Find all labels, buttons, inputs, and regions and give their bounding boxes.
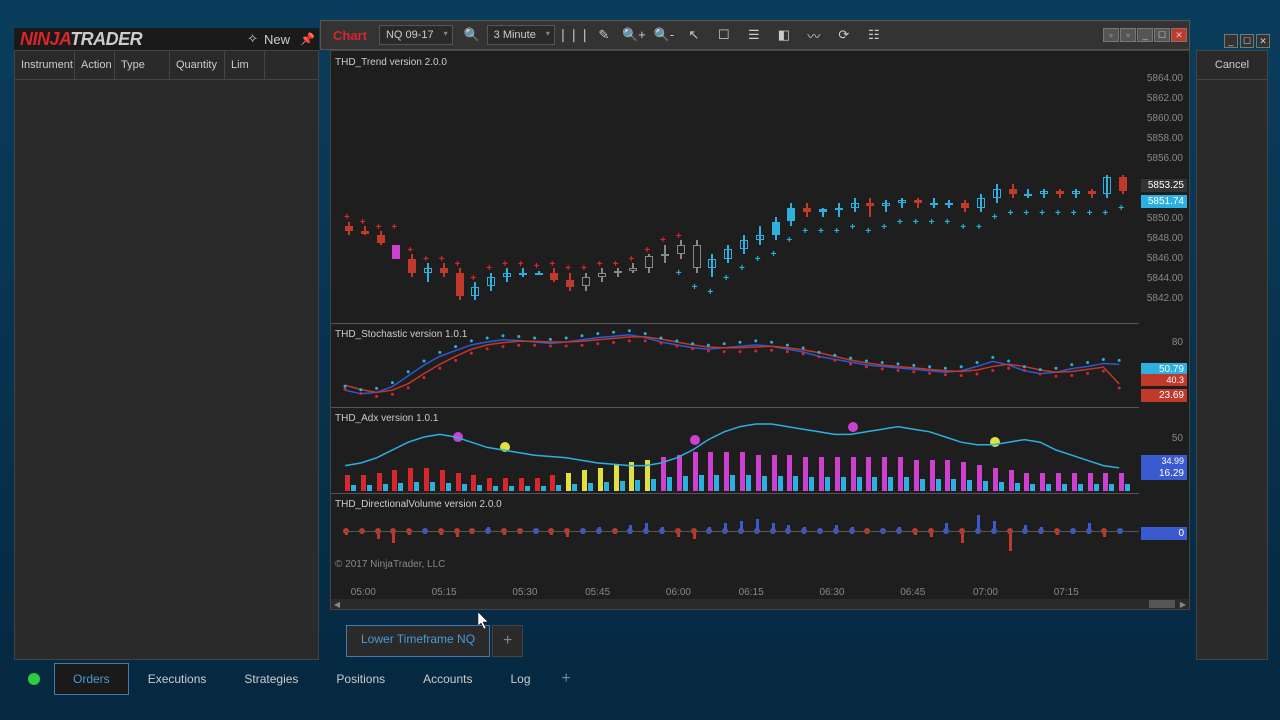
search-icon[interactable]: 🔍: [458, 24, 486, 46]
tab-log[interactable]: Log: [491, 663, 549, 695]
stoch-d-tag: 23.69: [1141, 389, 1187, 402]
zoom-out-icon[interactable]: 🔍-: [650, 24, 678, 46]
chart-scrollbar[interactable]: ◀ ▶: [331, 599, 1189, 609]
xtick: 06:15: [739, 587, 764, 598]
adx-v1-tag: 34.99: [1141, 455, 1187, 467]
xtick: 07:00: [973, 587, 998, 598]
outer-min-button[interactable]: _: [1224, 34, 1238, 48]
instrument-dropdown[interactable]: NQ 09-17: [379, 25, 453, 45]
ytick: 5842.00: [1139, 293, 1183, 304]
current-price-tag: 5851.74: [1141, 195, 1187, 208]
orders-panel: Instrument Action Type Quantity Lim: [14, 50, 319, 660]
logo-ninja: NINJA: [20, 29, 70, 49]
win-max-button[interactable]: ☐: [1154, 28, 1170, 42]
ytick: 5856.00: [1139, 153, 1183, 164]
dv-val-tag: 0: [1141, 527, 1187, 540]
orders-col-limit[interactable]: Lim: [225, 51, 265, 79]
chart-trader-icon[interactable]: ◧: [770, 24, 798, 46]
xtick: 06:45: [900, 587, 925, 598]
properties-icon[interactable]: ☷: [860, 24, 888, 46]
ytick: 5864.00: [1139, 73, 1183, 84]
win-min-button[interactable]: _: [1137, 28, 1153, 42]
ytick: 5850.00: [1139, 213, 1183, 224]
tab-add[interactable]: +: [550, 662, 583, 696]
trend-indicator-label: THD_Trend version 2.0.0: [335, 57, 447, 68]
xtick: 05:00: [351, 587, 376, 598]
ytick: 5844.00: [1139, 273, 1183, 284]
scroll-left-icon[interactable]: ◀: [331, 600, 343, 609]
adx-v2-tag: 16.29: [1141, 467, 1187, 480]
tab-executions[interactable]: Executions: [129, 663, 226, 695]
orders-col-quantity[interactable]: Quantity: [170, 51, 225, 79]
interval-dropdown[interactable]: 3 Minute: [487, 25, 555, 45]
orders-col-instrument[interactable]: Instrument: [15, 51, 75, 79]
ytick: 5848.00: [1139, 233, 1183, 244]
ytick: 5862.00: [1139, 93, 1183, 104]
cancel-panel: Cancel: [1196, 50, 1268, 660]
chart-title: Chart: [321, 28, 379, 43]
tab-positions[interactable]: Positions: [317, 663, 404, 695]
cancel-header[interactable]: Cancel: [1197, 51, 1267, 80]
tab-accounts[interactable]: Accounts: [404, 663, 491, 695]
xtick: 05:15: [432, 587, 457, 598]
orders-col-action[interactable]: Action: [75, 51, 115, 79]
win-btn-1[interactable]: ▫: [1103, 28, 1119, 42]
win-close-button[interactable]: ✕: [1171, 28, 1187, 42]
win-btn-2[interactable]: ▫: [1120, 28, 1136, 42]
ytick: 5858.00: [1139, 133, 1183, 144]
scroll-thumb[interactable]: [1149, 600, 1175, 608]
new-button[interactable]: ✧ New: [241, 31, 296, 47]
data-box-icon[interactable]: ☰: [740, 24, 768, 46]
stoch-hi: 80: [1139, 337, 1183, 348]
outer-max-button[interactable]: ☐: [1240, 34, 1254, 48]
xtick: 05:45: [585, 587, 610, 598]
xtick: 06:00: [666, 587, 691, 598]
xtick: 05:30: [512, 587, 537, 598]
connection-status-icon: [28, 673, 40, 685]
ytick: 5860.00: [1139, 113, 1183, 124]
last-price-tag: 5853.25: [1141, 179, 1187, 192]
cursor-icon[interactable]: ↖: [680, 24, 708, 46]
ytick: 5846.00: [1139, 253, 1183, 264]
xtick: 07:15: [1054, 587, 1079, 598]
refresh-icon[interactable]: ⟳: [830, 24, 858, 46]
indicators-icon[interactable]: 〰: [800, 24, 828, 46]
draw-icon[interactable]: ✎: [590, 24, 618, 46]
logo-trader: TRADER: [70, 29, 142, 49]
copyright: © 2017 NinjaTrader, LLC: [335, 559, 445, 570]
chart-tab-add[interactable]: +: [492, 625, 523, 657]
chart-tab-lower-nq[interactable]: Lower Timeframe NQ: [346, 625, 490, 657]
xtick: 06:30: [819, 587, 844, 598]
orders-col-type[interactable]: Type: [115, 51, 170, 79]
bars-icon[interactable]: ❘❘❘: [560, 24, 588, 46]
snapshot-icon[interactable]: ☐: [710, 24, 738, 46]
chart-canvas[interactable]: THD_Trend version 2.0.0 5864.00 5862.00 …: [330, 50, 1190, 610]
outer-close-button[interactable]: ✕: [1256, 34, 1270, 48]
scroll-right-icon[interactable]: ▶: [1177, 600, 1189, 609]
pin-icon[interactable]: 📌: [300, 32, 319, 46]
adx-mid: 50: [1139, 433, 1183, 444]
stoch-d2-tag: 40.3: [1141, 374, 1187, 386]
tab-orders[interactable]: Orders: [54, 663, 129, 695]
zoom-in-icon[interactable]: 🔍+: [620, 24, 648, 46]
tab-strategies[interactable]: Strategies: [225, 663, 317, 695]
